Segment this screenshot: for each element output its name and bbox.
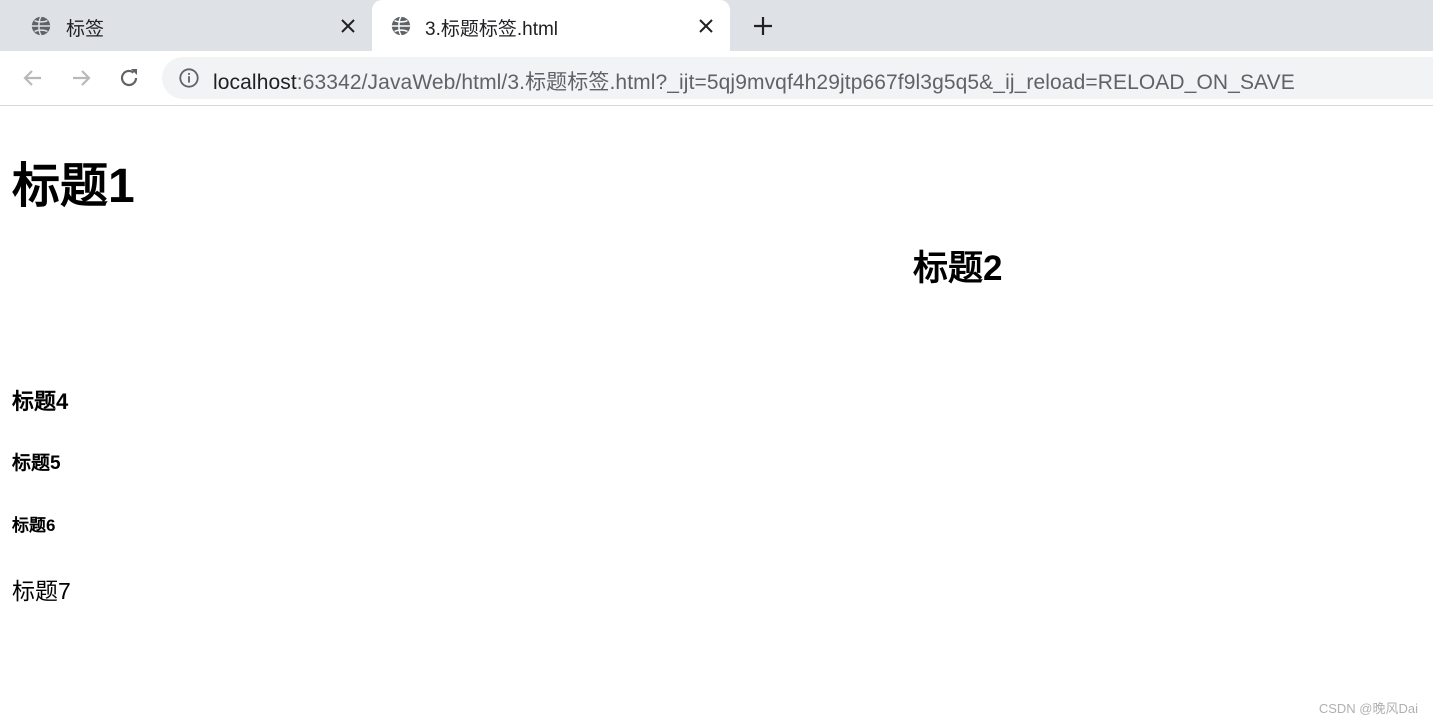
heading-4: 标题4 (12, 389, 69, 414)
tab-active-page[interactable]: 3.标题标签.html (372, 0, 730, 51)
url-text[interactable]: localhost:63342/JavaWeb/html/3.标题标签.html… (213, 66, 1295, 96)
url-path: :63342/JavaWeb/html/3.标题标签.html?_ijt=5qj… (296, 71, 1295, 94)
watermark: CSDN @晚风Dai (1318, 701, 1418, 716)
tab-strip: 标签 3.标题标签.html (0, 0, 1433, 51)
heading-2: 标题2 (913, 249, 1003, 288)
plus-icon (754, 17, 772, 35)
globe-icon (391, 16, 411, 36)
heading-1: 标题1 (12, 160, 135, 213)
new-tab-button[interactable] (750, 13, 776, 39)
close-tab-button[interactable] (336, 14, 360, 38)
info-icon[interactable] (178, 67, 200, 89)
url-host: localhost (213, 71, 297, 94)
tab-title: 3.标题标签.html (425, 19, 559, 40)
arrow-left-icon (23, 70, 41, 86)
heading-7-text: 标题7 (12, 578, 71, 604)
address-bar[interactable]: localhost:63342/JavaWeb/html/3.标题标签.html… (162, 57, 1433, 99)
reload-icon (120, 69, 138, 87)
browser-window: 标签 3.标题标签.html localhost:63342/JavaWeb/h… (0, 0, 1433, 725)
page-content: 标题1 标题2 标题4 标题5 标题6 标题7 CSDN @晚风Dai (0, 106, 1433, 725)
globe-icon (31, 16, 51, 36)
forward-button[interactable] (67, 64, 95, 92)
arrow-right-icon (73, 70, 91, 86)
close-tab-button[interactable] (694, 14, 718, 38)
close-icon (699, 19, 713, 33)
close-icon (341, 19, 355, 33)
back-button[interactable] (19, 64, 47, 92)
reload-button[interactable] (115, 64, 143, 92)
heading-5: 标题5 (12, 453, 61, 474)
heading-6: 标题6 (12, 516, 56, 535)
tab-title: 标签 (66, 19, 105, 40)
tab-biaoqian[interactable]: 标签 (0, 0, 372, 51)
browser-toolbar: localhost:63342/JavaWeb/html/3.标题标签.html… (0, 51, 1433, 106)
